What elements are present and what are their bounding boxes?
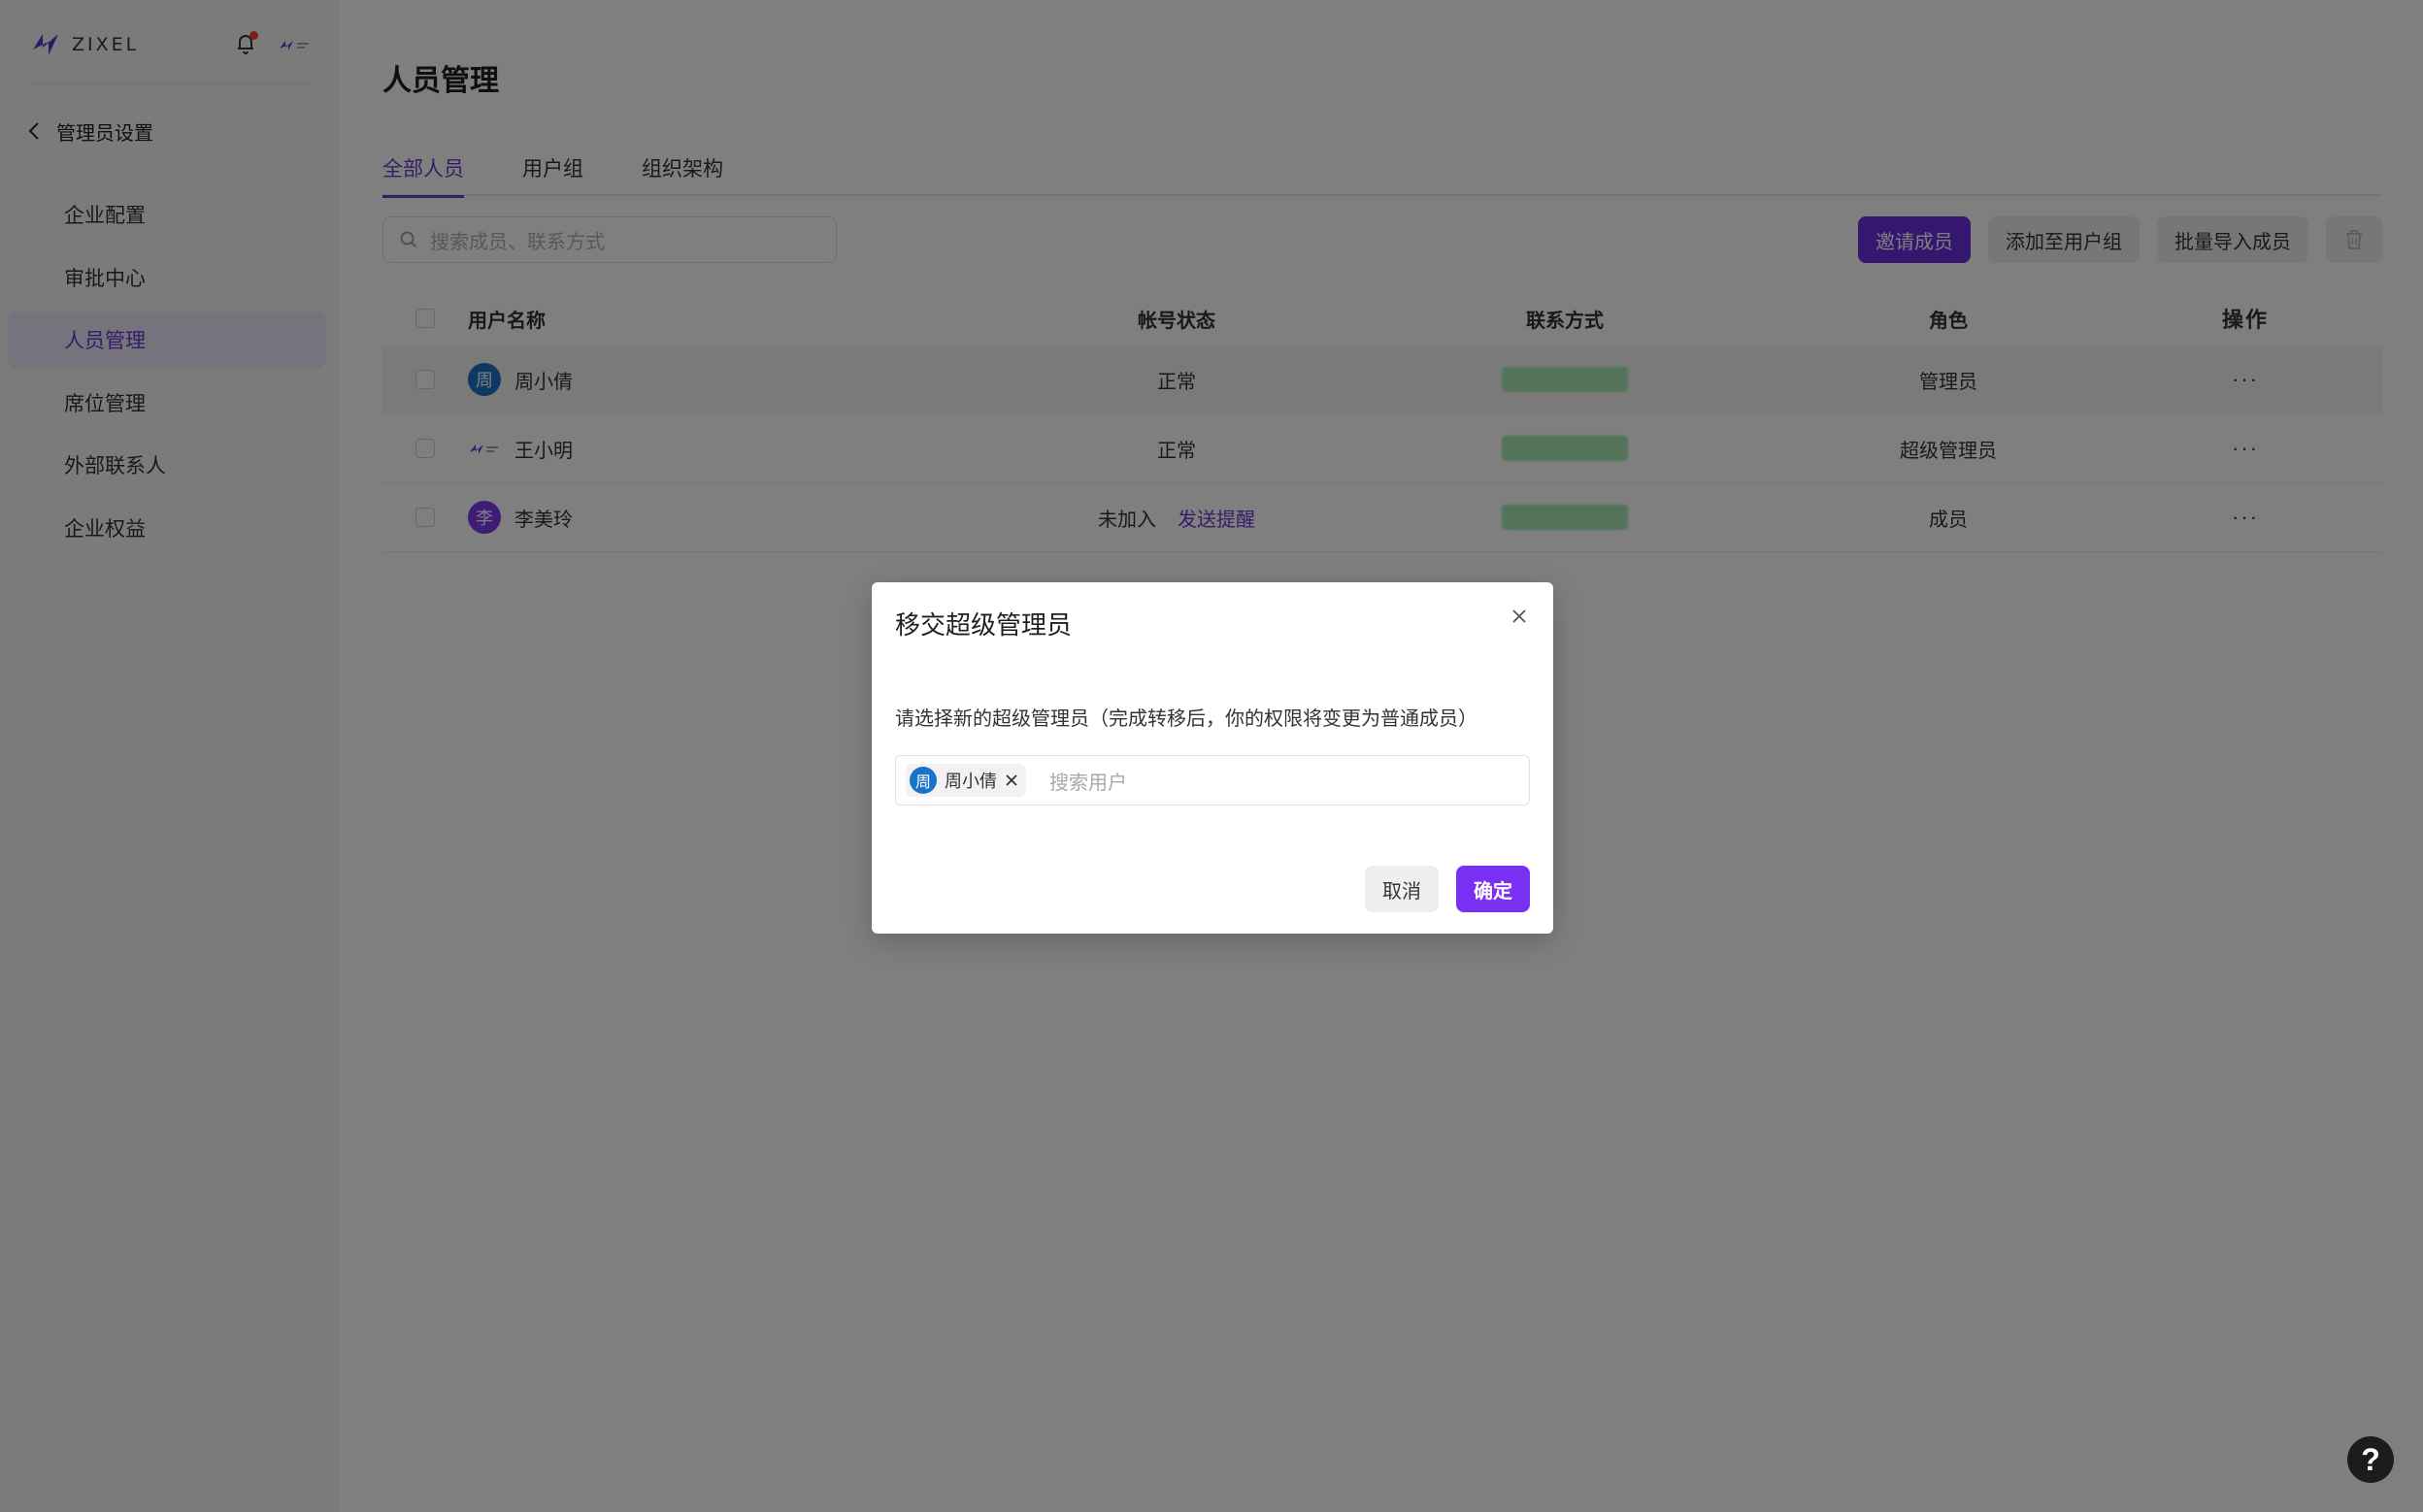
close-icon[interactable] [1507, 604, 1532, 629]
dialog-description: 请选择新的超级管理员（完成转移后，你的权限将变更为普通成员） [895, 708, 1477, 730]
remove-chip-icon[interactable] [1005, 773, 1018, 787]
help-button[interactable]: ? [2347, 1436, 2394, 1483]
transfer-super-admin-dialog: 移交超级管理员 请选择新的超级管理员（完成转移后，你的权限将变更为普通成员） 周… [872, 582, 1553, 934]
dialog-actions: 取消 确定 [1365, 866, 1530, 912]
user-select-input[interactable]: 周 周小倩 搜索用户 [895, 755, 1530, 805]
avatar: 周 [910, 767, 937, 794]
user-search-placeholder: 搜索用户 [1049, 772, 1127, 794]
cancel-button[interactable]: 取消 [1365, 866, 1439, 912]
dialog-title: 移交超级管理员 [895, 610, 1073, 640]
selected-user-name: 周小倩 [945, 772, 997, 791]
confirm-button[interactable]: 确定 [1456, 866, 1530, 912]
selected-user-chip: 周 周小倩 [906, 764, 1026, 797]
